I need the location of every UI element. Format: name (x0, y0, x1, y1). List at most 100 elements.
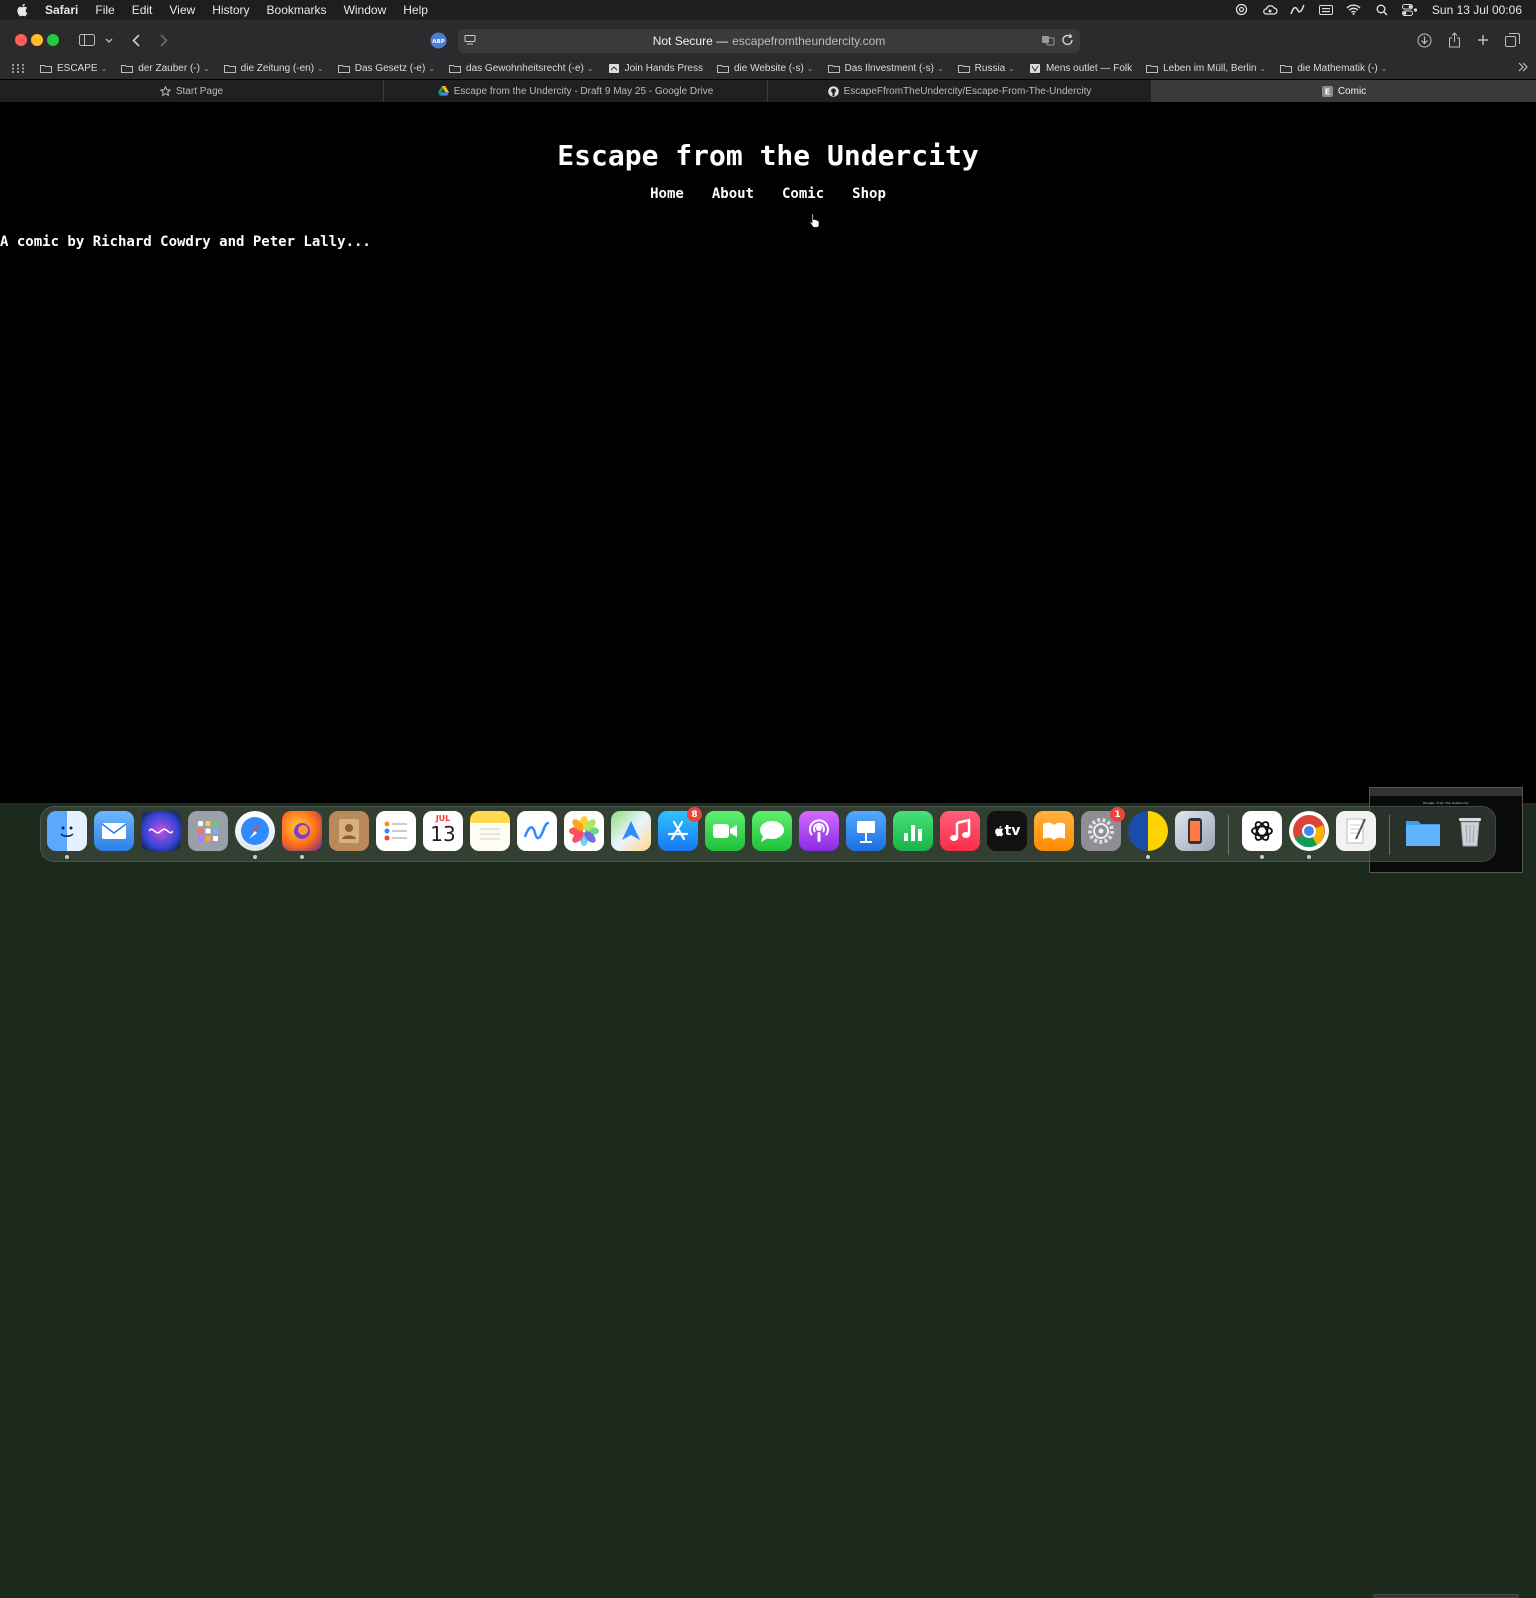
cloud-sync-icon[interactable] (1262, 3, 1278, 17)
tab-github[interactable]: EscapeFfromTheUndercity/Escape-From-The-… (768, 80, 1152, 102)
menu-app-name[interactable]: Safari (45, 3, 78, 17)
photos-icon[interactable] (564, 811, 604, 851)
bookmark-label: die Website (-s) (733, 63, 804, 74)
numbers-icon[interactable] (893, 811, 933, 851)
running-indicator (300, 855, 304, 859)
bookmark-folder-zauber[interactable]: der Zauber (-) ⌄ (121, 63, 210, 74)
nav-link-home[interactable]: Home (650, 186, 684, 202)
control-center-icon[interactable] (1401, 3, 1418, 17)
openai-menu-icon[interactable] (1234, 3, 1250, 17)
clock[interactable]: Sun 13 Jul 00:06 (1432, 3, 1522, 17)
address-bar[interactable]: Not Secure — escapefromtheundercity.com (458, 29, 1080, 53)
bookmark-join-hands-press[interactable]: Join Hands Press (608, 63, 703, 74)
downloads-icon[interactable] (1416, 29, 1432, 51)
bookmark-folder-zeitung[interactable]: die Zeitung (-en) ⌄ (223, 63, 324, 74)
keyboard-icon[interactable] (1318, 3, 1334, 17)
translate-icon[interactable] (1041, 33, 1055, 50)
tab-google-drive[interactable]: Escape from the Undercity - Draft 9 May … (384, 80, 768, 102)
reminders-icon[interactable] (376, 811, 416, 851)
apple-tv-label: tv (1004, 823, 1021, 839)
trash-icon[interactable] (1450, 811, 1490, 851)
google-drive-icon (437, 86, 449, 97)
freeform-icon[interactable] (517, 811, 557, 851)
bookmark-folder-gesetz[interactable]: Das Gesetz (-e) ⌄ (337, 63, 435, 74)
menu-help[interactable]: Help (403, 3, 428, 17)
page-title: Escape from the Undercity (557, 139, 979, 172)
safari-icon[interactable] (235, 811, 275, 859)
bookmark-mens-outlet[interactable]: Mens outlet — Folk (1029, 63, 1132, 74)
messages-icon[interactable] (752, 811, 792, 851)
adblock-extension-icon[interactable]: ABP (429, 29, 447, 51)
nav-link-shop[interactable]: Shop (852, 186, 886, 202)
reload-icon[interactable] (1061, 33, 1074, 50)
wifi-icon[interactable] (1346, 3, 1362, 17)
podcasts-icon[interactable] (799, 811, 839, 851)
page-menu-icon[interactable] (464, 34, 476, 49)
minimize-window-button[interactable] (31, 34, 43, 46)
share-icon[interactable] (1446, 29, 1462, 51)
launchpad-icon[interactable] (188, 811, 228, 851)
nav-link-about[interactable]: About (712, 186, 754, 202)
folder-icon (223, 65, 236, 73)
dock-separator (1228, 815, 1229, 855)
apple-tv-icon[interactable]: tv (987, 811, 1027, 851)
menu-edit[interactable]: Edit (132, 3, 153, 17)
zoom-window-button[interactable] (47, 34, 59, 46)
tab-label: EscapeFfromTheUndercity/Escape-From-The-… (843, 85, 1092, 97)
tab-label: Escape from the Undercity - Draft 9 May … (453, 85, 714, 97)
mail-icon[interactable] (94, 811, 134, 851)
back-chevron-icon[interactable] (130, 29, 142, 51)
downloads-folder-icon[interactable] (1403, 811, 1443, 851)
books-icon[interactable] (1034, 811, 1074, 851)
tab-comic[interactable]: E Comic (1152, 80, 1536, 102)
bookmarks-grid-icon[interactable] (12, 64, 24, 73)
bookmarks-bar: ESCAPE ⌄ der Zauber (-) ⌄ die Zeitung (-en… (0, 58, 1536, 79)
menu-file[interactable]: File (95, 3, 114, 17)
tab-overview-icon[interactable] (1504, 29, 1520, 51)
keynote-icon[interactable] (846, 811, 886, 851)
svg-text:E: E (1325, 87, 1330, 96)
menu-bookmarks[interactable]: Bookmarks (267, 3, 327, 17)
chrome-icon[interactable] (1289, 811, 1329, 859)
bookmark-folder-investment[interactable]: Das Ilnvestment (-s) ⌄ (827, 63, 944, 74)
siri-icon[interactable] (141, 811, 181, 851)
apple-logo-icon[interactable] (13, 1, 31, 19)
calendar-icon[interactable]: JUL 13 (423, 811, 463, 851)
forward-chevron-icon[interactable] (158, 29, 170, 51)
app-store-icon[interactable]: 8 (658, 807, 702, 851)
textedit-icon[interactable] (1336, 811, 1376, 851)
contacts-icon[interactable] (329, 811, 369, 851)
iphone-mirroring-icon[interactable] (1175, 811, 1215, 851)
maps-icon[interactable] (611, 811, 651, 851)
sidebar-menu-chevron-icon[interactable] (104, 29, 114, 51)
spotlight-search-icon[interactable] (1374, 3, 1390, 17)
github-icon (827, 85, 839, 97)
finder-icon[interactable] (47, 811, 87, 859)
bookmark-folder-website[interactable]: die Website (-s) ⌄ (716, 63, 814, 74)
running-indicator (1307, 855, 1311, 859)
firefox-icon[interactable] (282, 811, 322, 859)
bookmark-folder-escape[interactable]: ESCAPE ⌄ (40, 63, 107, 74)
chevron-down-icon: ⌄ (806, 64, 814, 73)
url-text[interactable]: escapefromtheundercity.com (732, 34, 885, 48)
sidebar-toggle-icon[interactable] (78, 29, 96, 51)
scribble-icon[interactable] (1290, 3, 1306, 17)
menu-view[interactable]: View (169, 3, 195, 17)
system-settings-icon[interactable]: 1 (1081, 807, 1125, 851)
music-icon[interactable] (940, 811, 980, 851)
chatgpt-icon[interactable] (1242, 811, 1282, 859)
bookmarks-overflow-icon[interactable] (1518, 62, 1528, 75)
facetime-icon[interactable] (705, 811, 745, 851)
close-window-button[interactable] (15, 34, 27, 46)
tab-start-page[interactable]: Start Page (0, 80, 384, 102)
bookmark-folder-gewohnheitsrecht[interactable]: das Gewohnheitsrecht (-e) ⌄ (449, 63, 594, 74)
new-tab-icon[interactable] (1476, 29, 1490, 51)
menu-history[interactable]: History (212, 3, 249, 17)
menu-window[interactable]: Window (344, 3, 387, 17)
notes-icon[interactable] (470, 811, 510, 851)
nav-link-comic[interactable]: Comic (782, 186, 824, 202)
ukraine-app-icon[interactable] (1128, 811, 1168, 859)
bookmark-folder-leben[interactable]: Leben im Müll, Berlin ⌄ (1146, 63, 1266, 74)
bookmark-folder-russia[interactable]: Russia ⌄ (957, 63, 1015, 74)
bookmark-folder-mathematik[interactable]: die Mathematik (-) ⌄ (1280, 63, 1387, 74)
